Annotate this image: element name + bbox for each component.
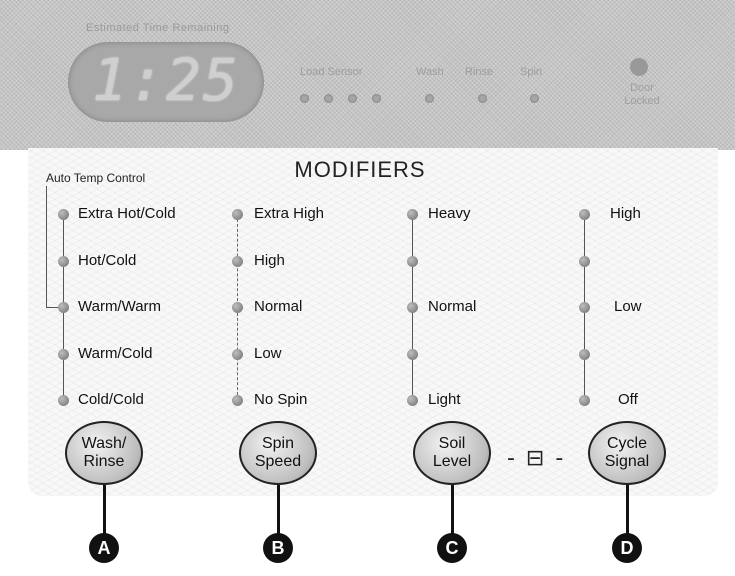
spin-speed-led-2 [232,256,243,267]
spin-speed-button[interactable]: Spin Speed [239,421,317,485]
estimated-time-label: Estimated Time Remaining [86,22,230,34]
soil-level-led-5 [407,395,418,406]
spin-speed-option-2: High [254,252,285,269]
wash-rinse-led-2 [58,256,69,267]
load-sensor-label: Load Sensor [300,66,363,78]
wash-status-label: Wash [416,66,444,78]
soil-level-led-2 [407,256,418,267]
wash-rinse-led-4 [58,349,69,360]
wash-rinse-led-3 [58,302,69,313]
soil-level-led-4 [407,349,418,360]
cycle-signal-option-1: High [610,205,641,222]
wash-rinse-option-5: Cold/Cold [78,391,144,408]
cycle-signal-led-4 [579,349,590,360]
spin-status-led [530,94,539,103]
spin-speed-option-5: No Spin [254,391,308,408]
wash-rinse-option-1: Extra Hot/Cold [78,205,176,222]
callout-line-b [277,485,280,535]
spin-speed-led-4 [232,349,243,360]
modifiers-title: MODIFIERS [294,157,426,182]
wash-rinse-option-3: Warm/Warm [78,298,162,315]
spin-speed-option-4: Low [254,345,282,362]
cycle-signal-option-3: Low [614,298,642,315]
wash-rinse-led-5 [58,395,69,406]
spin-speed-led-1 [232,209,243,220]
time-readout: 1:25 [68,42,264,122]
spin-speed-option-1: Extra High [254,205,325,222]
rinse-status-led [478,94,487,103]
control-lock-icon: - ⊟ - [507,446,566,471]
callout-line-a [103,485,106,535]
wash-rinse-option-2: Hot/Cold [78,252,137,269]
load-sensor-led-3 [348,94,357,103]
cycle-signal-led-3 [579,302,590,313]
load-sensor-led-1 [300,94,309,103]
spin-speed-led-3 [232,302,243,313]
status-display: Estimated Time Remaining 1:25 Load Senso… [0,0,735,150]
wash-rinse-led-1 [58,209,69,220]
callout-marker-d: D [612,533,642,563]
door-locked-led [630,58,648,76]
wash-rinse-button[interactable]: Wash/ Rinse [65,421,143,485]
cycle-signal-led-1 [579,209,590,220]
soil-level-option-3: Normal [428,298,477,315]
callout-marker-b: B [263,533,293,563]
door-locked-label: Door Locked [624,82,660,107]
spin-speed-option-3: Normal [254,298,303,315]
wash-rinse-option-4: Warm/Cold [78,345,153,362]
spin-status-label: Spin [520,66,543,78]
soil-level-option-1: Heavy [428,205,471,222]
cycle-signal-option-5: Off [618,391,638,408]
cycle-signal-led-5 [579,395,590,406]
auto-temp-control-label: Auto Temp Control [46,171,146,185]
auto-temp-bracket [46,186,47,308]
cycle-signal-led-2 [579,256,590,267]
rinse-status-label: Rinse [465,66,494,78]
callout-marker-a: A [89,533,119,563]
callout-line-c [451,485,454,535]
soil-level-led-3 [407,302,418,313]
callout-marker-c: C [437,533,467,563]
soil-level-option-5: Light [428,391,461,408]
soil-level-button[interactable]: Soil Level [413,421,491,485]
time-value: 1:25 [92,46,240,114]
load-sensor-led-4 [372,94,381,103]
cycle-signal-button[interactable]: Cycle Signal [588,421,666,485]
soil-level-led-1 [407,209,418,220]
load-sensor-led-2 [324,94,333,103]
spin-speed-led-5 [232,395,243,406]
callout-line-d [626,485,629,535]
wash-status-led [425,94,434,103]
